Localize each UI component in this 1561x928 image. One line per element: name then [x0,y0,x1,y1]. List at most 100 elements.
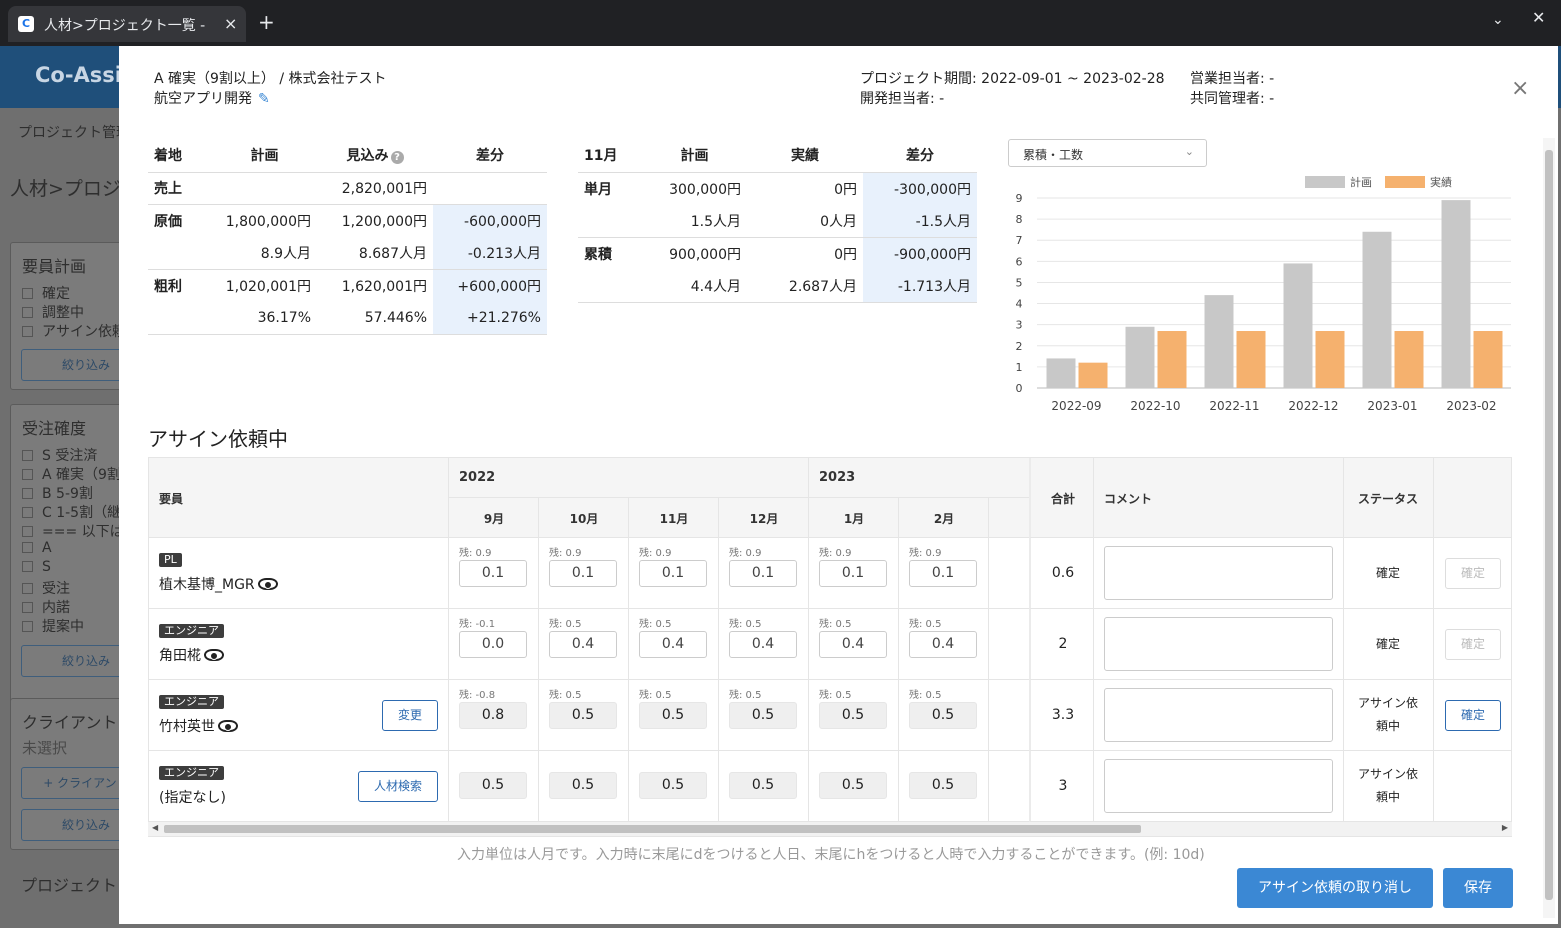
horizontal-scrollbar[interactable]: ◀ ▶ [148,822,1512,836]
month-value-cell: 残: -0.8 0.8 [449,680,539,751]
checkbox[interactable] [22,307,33,318]
checkbox[interactable] [22,526,33,537]
comment-textarea[interactable] [1104,688,1333,742]
row-label: 原価 [154,214,182,230]
workload-input[interactable]: 0.4 [909,631,977,658]
window-close-icon[interactable]: ✕ [1532,8,1545,27]
workload-input[interactable]: 0.1 [909,560,977,587]
filter-option[interactable]: S 受注済 [22,445,97,465]
comment-textarea[interactable] [1104,759,1333,813]
help-icon[interactable]: ? [390,150,404,164]
plan-cell: 8.9人月 [212,237,317,270]
filter-option[interactable]: B 5-9割 [22,483,93,503]
workload-input[interactable]: 0.5 [729,772,797,799]
legend-label: 計画 [1350,175,1372,189]
landing-header: 差分 [433,138,547,173]
status-header: ステータス [1358,492,1419,506]
tab-close-icon[interactable]: × [224,14,237,33]
workload-input[interactable]: 0.5 [639,702,707,729]
month-value-cell: 0.5 [629,751,719,822]
checkbox[interactable] [22,583,33,594]
member-name[interactable]: 植木基博_MGR [159,574,278,594]
scroll-right-icon[interactable]: ▶ [1502,823,1508,832]
eye-icon[interactable] [257,578,278,590]
eye-icon[interactable] [218,720,238,732]
month-value-cell: 残: 0.5 0.4 [899,609,989,680]
checkbox[interactable] [22,561,33,572]
eye-icon[interactable] [204,649,224,661]
bar [1157,331,1187,388]
checkbox[interactable] [22,326,33,337]
actual-cell: 2.687人月 [747,269,863,303]
workload-input[interactable]: 0.1 [549,560,617,587]
month-header: 差分 [863,138,977,173]
comment-textarea[interactable] [1104,617,1333,671]
workload-input[interactable]: 0.4 [819,631,887,658]
cancel-assign-request-button[interactable]: アサイン依頼の取り消し [1237,868,1433,908]
filter-option[interactable]: 調整中 [22,302,84,322]
member-name[interactable]: 竹村英世 [159,716,238,736]
checkbox[interactable] [22,450,33,461]
bar [1125,326,1155,388]
scrollbar-thumb[interactable] [1545,150,1553,900]
confirm-button[interactable]: 確定 [1445,700,1501,731]
filter-option[interactable]: A [22,540,52,556]
workload-input[interactable]: 0.5 [819,702,887,729]
table-row: 粗利 1,020,001円 1,620,001円 +600,000円 [148,269,547,302]
checkbox[interactable] [22,602,33,613]
workload-input[interactable]: 0.4 [729,631,797,658]
checkbox[interactable] [22,621,33,632]
change-member-button[interactable]: 変更 [382,700,438,731]
scroll-left-icon[interactable]: ◀ [152,823,158,832]
breadcrumb[interactable]: プロジェクト管理 [18,122,130,142]
workload-input[interactable]: 0.1 [819,560,887,587]
checkbox[interactable] [22,542,33,553]
tab-list-chevron-icon[interactable]: ⌄ [1492,12,1504,28]
scrollbar-thumb[interactable] [164,825,1141,833]
checkbox[interactable] [22,469,33,480]
comment-textarea[interactable] [1104,546,1333,600]
workload-input[interactable]: 0.5 [459,772,527,799]
staffing-filter-title: 要員計画 [22,257,87,276]
new-tab-icon[interactable]: + [258,10,275,34]
workload-input[interactable]: 0.5 [549,772,617,799]
browser-tab[interactable]: C 人材>プロジェクト一覧 - × [8,6,246,42]
workload-input[interactable]: 0.4 [549,631,617,658]
status-value: 確定 [1375,637,1400,651]
chart-mode-select[interactable]: 累積・工数 ⌄ [1008,139,1207,167]
member-name[interactable]: 角田椛 [159,645,224,665]
row-label: 売上 [148,172,212,205]
filter-option[interactable]: 提案中 [22,616,84,636]
assign-section-title: アサイン依頼中 [148,427,288,451]
checkbox[interactable] [22,488,33,499]
edit-icon[interactable]: ✎ [258,91,270,107]
workload-input[interactable]: 0.1 [729,560,797,587]
total-cell: 2 [1029,609,1094,680]
workload-input[interactable]: 0.8 [459,702,527,729]
vertical-scrollbar[interactable] [1543,138,1555,918]
workload-input[interactable]: 0.1 [639,560,707,587]
modal-close-icon[interactable]: × [1511,76,1529,101]
checkbox[interactable] [22,507,33,518]
workload-input[interactable]: 0.5 [819,772,887,799]
workload-input[interactable]: 0.5 [549,702,617,729]
checkbox[interactable] [22,288,33,299]
workload-input[interactable]: 0.5 [909,702,977,729]
filter-option[interactable]: S [22,559,51,575]
filter-option[interactable]: 内諾 [22,597,70,617]
month-header: 12月 [749,512,779,526]
workload-input[interactable]: 0.5 [729,702,797,729]
talent-search-button[interactable]: 人材検索 [358,771,438,802]
plan-cell: 1,020,001円 [225,279,311,295]
workload-input[interactable]: 0.0 [459,631,527,658]
month-value-cell: 残: 0.5 0.5 [809,680,899,751]
filter-option[interactable]: 確定 [22,283,70,303]
workload-input[interactable]: 0.5 [639,772,707,799]
client-filter-value: 未選択 [22,739,68,757]
save-button[interactable]: 保存 [1443,868,1513,908]
order-filter-title: 受注確度 [22,419,87,438]
workload-input[interactable]: 0.1 [459,560,527,587]
workload-input[interactable]: 0.4 [639,631,707,658]
filter-option[interactable]: 受注 [22,578,70,598]
workload-input[interactable]: 0.5 [909,772,977,799]
